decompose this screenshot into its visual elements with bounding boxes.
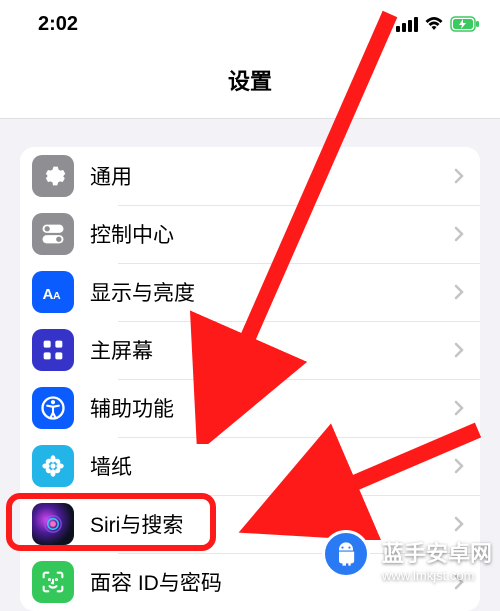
chevron-right-icon: [454, 168, 464, 184]
label: 墙纸: [90, 451, 454, 481]
row-wallpaper[interactable]: 墙纸: [20, 437, 480, 495]
chevron-right-icon: [454, 458, 464, 474]
label: Siri与搜索: [90, 509, 454, 539]
chevron-right-icon: [454, 516, 464, 532]
faceid-icon: [32, 561, 74, 603]
status-icons: [396, 16, 480, 32]
label: 控制中心: [90, 219, 454, 249]
row-home-screen[interactable]: 主屏幕: [20, 321, 480, 379]
signal-icon: [396, 17, 418, 32]
svg-text:A: A: [53, 290, 61, 302]
row-control-center[interactable]: 控制中心: [20, 205, 480, 263]
accessibility-icon: [32, 387, 74, 429]
wifi-icon: [424, 16, 444, 32]
page-title: 设置: [0, 64, 500, 96]
flower-icon: [32, 445, 74, 487]
row-general[interactable]: 通用: [20, 147, 480, 205]
row-display[interactable]: AA 显示与亮度: [20, 263, 480, 321]
label: 通用: [90, 161, 454, 191]
status-bar: 2:02: [0, 0, 500, 48]
chevron-right-icon: [454, 284, 464, 300]
watermark-badge: [322, 530, 370, 578]
svg-text:A: A: [43, 286, 54, 303]
text-size-icon: AA: [32, 271, 74, 313]
chevron-right-icon: [454, 400, 464, 416]
battery-icon: [450, 16, 480, 32]
label: 显示与亮度: [90, 277, 454, 307]
watermark-brand: 蓝手安卓网: [382, 536, 492, 568]
android-icon: [332, 540, 360, 568]
toggles-icon: [32, 213, 74, 255]
watermark-text: 蓝手安卓网 www.lmkjst.com: [382, 536, 492, 583]
label: 主屏幕: [90, 335, 454, 365]
watermark-url: www.lmkjst.com: [382, 568, 492, 583]
row-accessibility[interactable]: 辅助功能: [20, 379, 480, 437]
chevron-right-icon: [454, 342, 464, 358]
gear-icon: [32, 155, 74, 197]
time: 2:02: [38, 13, 78, 36]
siri-icon: [32, 503, 74, 545]
chevron-right-icon: [454, 226, 464, 242]
label: 辅助功能: [90, 393, 454, 423]
page-header: 设置: [0, 48, 500, 119]
grid-icon: [32, 329, 74, 371]
